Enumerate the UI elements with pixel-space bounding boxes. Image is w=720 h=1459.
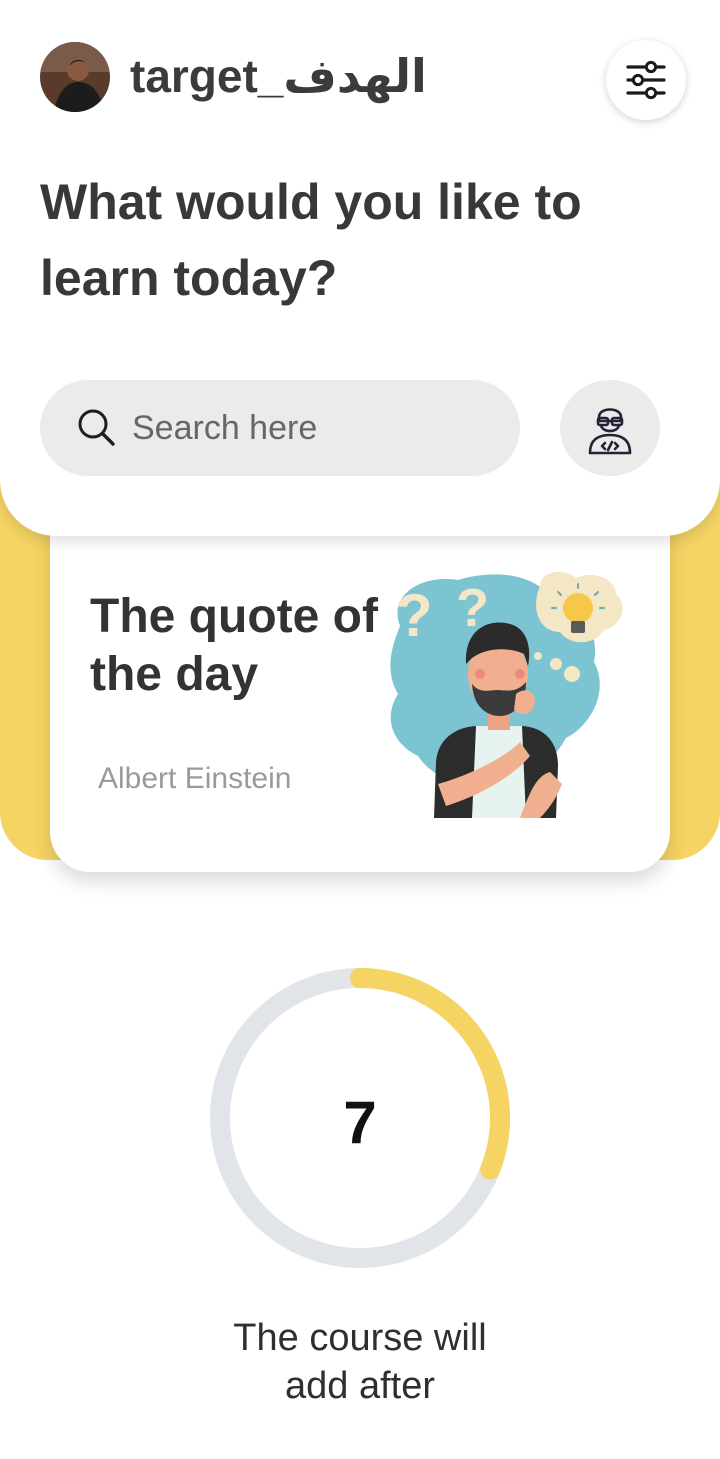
sliders-icon (626, 60, 666, 100)
username: target_الهدف (130, 50, 427, 102)
course-caption: The course will add after (160, 1314, 560, 1410)
page-headline: What would you like to learn today? (40, 174, 582, 306)
developer-avatar-icon (588, 408, 632, 455)
countdown-value: 7 (343, 1089, 377, 1156)
svg-text:?: ? (396, 582, 433, 649)
avatar[interactable] (40, 42, 110, 112)
filter-button[interactable] (606, 40, 686, 120)
quote-card[interactable]: The quote of the day Albert Einstein ? ? (50, 500, 670, 872)
search-bar[interactable] (40, 380, 520, 476)
thinking-man-illustration: ? ? (390, 571, 623, 818)
search-input[interactable] (132, 404, 492, 452)
course-caption-line-1: The course will (233, 1317, 487, 1359)
quote-title: The quote of the day (90, 590, 378, 701)
header-card: target_الهدف What would you like to lear… (0, 0, 720, 536)
profile-button[interactable] (560, 380, 660, 476)
course-caption-line-2: add after (285, 1365, 435, 1407)
quote-author: Albert Einstein (98, 762, 292, 795)
search-icon (78, 409, 115, 446)
